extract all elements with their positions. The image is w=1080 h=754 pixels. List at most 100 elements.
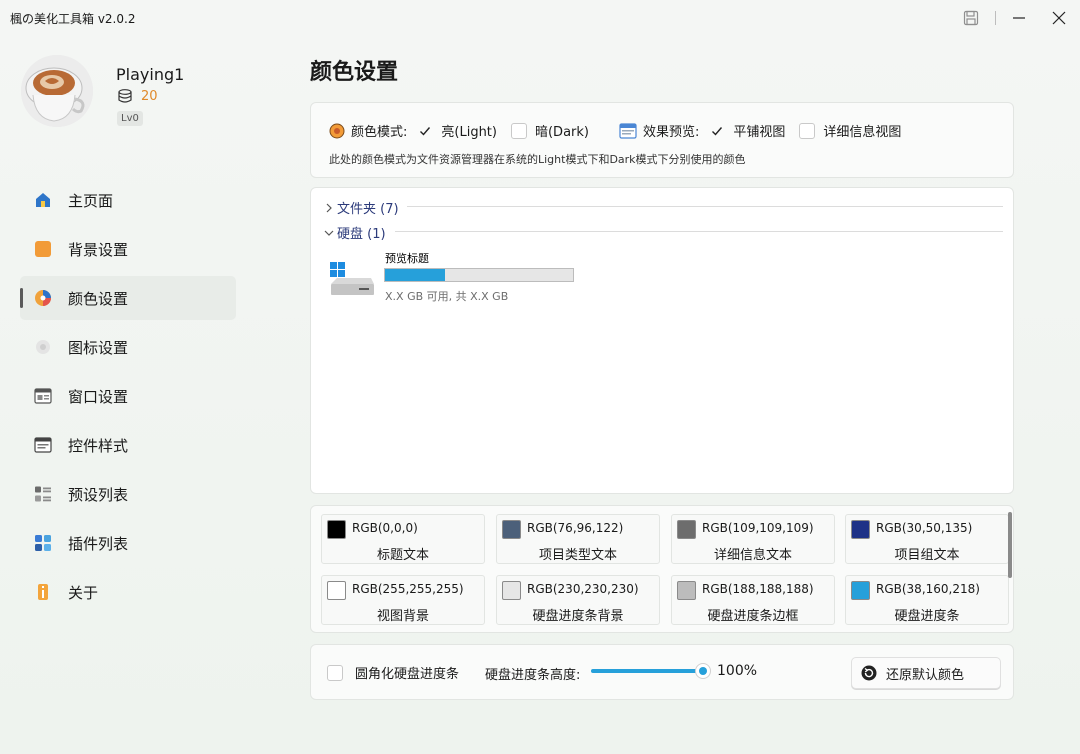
sidebar-item-background[interactable]: 背景设置 <box>20 227 236 271</box>
sidebar-item-about[interactable]: 关于 <box>20 570 236 614</box>
close-button[interactable] <box>1046 6 1072 30</box>
swatch-name: 项目类型文本 <box>538 548 617 563</box>
color-chip <box>851 581 870 600</box>
reset-label: 还原默认颜色 <box>886 667 965 683</box>
swatch-rgb: RGB(255,255,255) <box>352 582 464 596</box>
swatch-item-type-text[interactable]: RGB(76,96,122) 项目类型文本 <box>496 514 660 564</box>
sidebar-item-label: 窗口设置 <box>68 387 129 406</box>
rounded-bar-checkbox[interactable] <box>327 664 343 681</box>
bar-height-value: 100% <box>717 663 758 679</box>
group-label: 文件夹 (7) <box>337 202 399 217</box>
sidebar-item-colors[interactable]: 颜色设置 <box>20 276 236 320</box>
preview-label: 效果预览: <box>642 125 700 140</box>
swatch-group-text[interactable]: RGB(30,50,135) 项目组文本 <box>845 514 1009 564</box>
app-window: 楓の美化工具箱 v2.0.2 Playing1 20 Lv0 主页面 背景设置 … <box>0 0 1080 754</box>
group-header-drives[interactable]: 硬盘 (1) <box>323 223 386 242</box>
sidebar-item-window[interactable]: 窗口设置 <box>20 374 236 418</box>
detail-view-checkbox[interactable] <box>799 122 816 139</box>
reset-colors-button[interactable]: 还原默认颜色 <box>851 657 1001 689</box>
checkmark-icon <box>712 126 723 136</box>
color-chip <box>327 520 346 539</box>
control-style-icon <box>34 436 52 454</box>
bar-height-slider-thumb[interactable] <box>695 663 711 679</box>
bottom-options-card: 圆角化硬盘进度条 硬盘进度条高度: 100% 还原默认颜色 <box>310 644 1014 700</box>
color-mode-card: 颜色模式: 亮(Light) 暗(Dark) 效果预览: 平铺视图 详细信息视图… <box>310 102 1014 178</box>
swatch-rgb: RGB(0,0,0) <box>352 521 418 535</box>
color-swatches-card: RGB(0,0,0) 标题文本 RGB(76,96,122) 项目类型文本 RG… <box>310 505 1014 633</box>
rounded-bar-option: 圆角化硬盘进度条 <box>327 663 459 682</box>
sidebar-item-control-style[interactable]: 控件样式 <box>20 423 236 467</box>
color-chip <box>677 581 696 600</box>
swatch-drive-bar[interactable]: RGB(38,160,218) 硬盘进度条 <box>845 575 1009 625</box>
bar-height-label: 硬盘进度条高度: <box>485 668 581 683</box>
page-title: 颜色设置 <box>310 60 399 85</box>
palette-icon <box>34 289 52 307</box>
save-icon <box>963 10 979 26</box>
plugin-list-icon <box>34 534 52 552</box>
tile-view-label: 平铺视图 <box>733 125 786 140</box>
swatch-rgb: RGB(38,160,218) <box>876 582 980 596</box>
minimize-button[interactable] <box>1006 6 1032 30</box>
hard-drive-icon <box>330 262 374 295</box>
save-button[interactable] <box>958 6 984 30</box>
bar-height-slider-track[interactable] <box>591 669 707 673</box>
tile-view-checkbox[interactable] <box>709 123 725 139</box>
drive-usage-fill <box>385 269 446 281</box>
dark-mode-checkbox[interactable] <box>510 122 527 139</box>
group-divider <box>395 231 1003 232</box>
swatch-name: 标题文本 <box>376 548 429 563</box>
user-name: Playing1 <box>116 65 185 84</box>
swatch-name: 硬盘进度条边框 <box>707 609 799 624</box>
light-mode-label: 亮(Light) <box>441 125 497 140</box>
checkmark-icon <box>420 126 431 136</box>
sidebar-item-label: 背景设置 <box>68 240 129 259</box>
color-chip <box>851 520 870 539</box>
chevron-right-icon <box>326 203 332 212</box>
swatch-drive-bar-border[interactable]: RGB(188,188,188) 硬盘进度条边框 <box>671 575 835 625</box>
sidebar-item-label: 控件样式 <box>68 436 129 455</box>
window-icon <box>34 387 52 405</box>
sidebar-item-label: 插件列表 <box>68 534 129 553</box>
home-icon <box>34 191 52 209</box>
swatch-drive-bar-background[interactable]: RGB(230,230,230) 硬盘进度条背景 <box>496 575 660 625</box>
color-mode-label: 颜色模式: <box>351 125 408 140</box>
avatar[interactable] <box>21 55 93 127</box>
color-chip <box>677 520 696 539</box>
preset-list-icon <box>34 485 52 503</box>
swatch-title-text[interactable]: RGB(0,0,0) 标题文本 <box>321 514 485 564</box>
swatch-rgb: RGB(109,109,109) <box>702 521 814 535</box>
swatch-name: 硬盘进度条 <box>894 609 960 624</box>
mode-options-row: 颜色模式: 亮(Light) 暗(Dark) 效果预览: 平铺视图 详细信息视图 <box>329 121 915 140</box>
coins-icon <box>118 89 132 103</box>
group-header-folders[interactable]: 文件夹 (7) <box>323 198 399 217</box>
light-mode-checkbox[interactable] <box>417 123 433 139</box>
swatch-name: 详细信息文本 <box>713 548 792 563</box>
chevron-down-icon <box>324 230 334 236</box>
drive-usage-bar <box>384 268 574 282</box>
drive-info: X.X GB 可用, 共 X.X GB <box>385 290 509 303</box>
app-title: 楓の美化工具箱 v2.0.2 <box>10 12 136 26</box>
icon-settings-icon <box>34 338 52 356</box>
sidebar-item-presets[interactable]: 预设列表 <box>20 472 236 516</box>
scrollbar[interactable] <box>1008 512 1012 578</box>
level-badge: Lv0 <box>117 111 143 126</box>
titlebar-separator <box>995 11 996 25</box>
color-chip <box>327 581 346 600</box>
swatch-name: 硬盘进度条背景 <box>532 609 624 624</box>
explorer-preview: 文件夹 (7) 硬盘 (1) 预览标题 X.X GB 可用, 共 X.X GB <box>310 187 1014 494</box>
sidebar-item-home[interactable]: 主页面 <box>20 178 236 222</box>
close-icon <box>1052 11 1066 25</box>
sidebar-item-label: 关于 <box>68 583 99 602</box>
swatch-view-background[interactable]: RGB(255,255,255) 视图背景 <box>321 575 485 625</box>
swatch-rgb: RGB(188,188,188) <box>702 582 814 596</box>
sidebar-item-icons[interactable]: 图标设置 <box>20 325 236 369</box>
minimize-icon <box>1013 17 1025 19</box>
swatch-rgb: RGB(230,230,230) <box>527 582 639 596</box>
dark-mode-label: 暗(Dark) <box>534 125 589 140</box>
sidebar-item-label: 预设列表 <box>68 485 129 504</box>
color-chip <box>502 520 521 539</box>
swatch-detail-text[interactable]: RGB(109,109,109) 详细信息文本 <box>671 514 835 564</box>
sidebar-item-plugins[interactable]: 插件列表 <box>20 521 236 565</box>
info-icon <box>34 583 52 601</box>
sidebar-item-label: 主页面 <box>68 191 114 210</box>
